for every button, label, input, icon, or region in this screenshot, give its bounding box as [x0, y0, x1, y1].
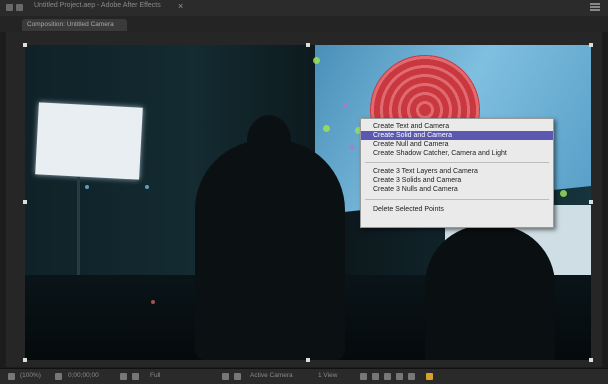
screen-stand: [77, 177, 80, 287]
white-screen-left: [35, 102, 143, 180]
track-point[interactable]: [350, 145, 354, 149]
layer-handle-br[interactable]: [589, 358, 593, 362]
menu-item-create-null-and-camera[interactable]: Create Null and Camera: [361, 140, 553, 149]
layer-handle-tl[interactable]: [23, 43, 27, 47]
composition-tab-bar: Composition: Untitled Camera: [0, 16, 608, 32]
menu-item-delete-selected-points[interactable]: Delete Selected Points: [361, 205, 553, 214]
track-point[interactable]: [85, 185, 89, 189]
composition-tab[interactable]: Composition: Untitled Camera: [22, 19, 127, 31]
menu-item-create-solid-and-camera[interactable]: Create Solid and Camera: [361, 131, 553, 140]
snapshot-icon[interactable]: [120, 373, 127, 380]
flowchart-icon[interactable]: [396, 373, 403, 380]
close-tab-icon[interactable]: ×: [178, 1, 183, 11]
track-point[interactable]: [323, 125, 330, 132]
menu-item-create-shadow-catcher[interactable]: Create Shadow Catcher, Camera and Light: [361, 149, 553, 158]
camera-dropdown[interactable]: Active Camera: [250, 372, 293, 379]
grid-icon[interactable]: [55, 373, 62, 380]
always-preview-icon[interactable]: [8, 373, 15, 380]
track-point[interactable]: [560, 190, 567, 197]
layer-handle-tr[interactable]: [589, 43, 593, 47]
track-point[interactable]: [145, 185, 149, 189]
current-time[interactable]: 0;00;00;00: [68, 372, 99, 379]
menu-item-create-3-nulls[interactable]: Create 3 Nulls and Camera: [361, 185, 553, 194]
layer-handle-tm[interactable]: [306, 43, 310, 47]
timeline-icon[interactable]: [384, 373, 391, 380]
reset-exposure-icon[interactable]: [426, 373, 433, 380]
layer-handle-bl[interactable]: [23, 358, 27, 362]
exposure-icon[interactable]: [408, 373, 415, 380]
layer-handle-mr[interactable]: [589, 200, 593, 204]
viewer-bottom-toolbar: (100%) 0;00;00;00 Full Active Camera 1 V…: [0, 368, 608, 384]
transparency-grid-icon[interactable]: [234, 373, 241, 380]
layer-handle-bm[interactable]: [306, 358, 310, 362]
person-silhouette: [195, 140, 345, 360]
menu-separator: [365, 199, 549, 200]
menu-item-create-3-solids[interactable]: Create 3 Solids and Camera: [361, 176, 553, 185]
resolution-dropdown[interactable]: Full: [150, 372, 160, 379]
track-point[interactable]: [313, 57, 320, 64]
menu-separator: [365, 162, 549, 163]
fast-previews-icon[interactable]: [372, 373, 379, 380]
person-silhouette-right: [425, 225, 555, 360]
track-point[interactable]: [343, 103, 347, 107]
track-point[interactable]: [151, 300, 155, 304]
layer-handle-ml[interactable]: [23, 200, 27, 204]
camera-tracker-context-menu: Create Text and Camera Create Solid and …: [360, 118, 554, 228]
menu-item-create-3-text-layers[interactable]: Create 3 Text Layers and Camera: [361, 167, 553, 176]
view-layout-dropdown[interactable]: 1 View: [318, 372, 337, 379]
show-channel-icon[interactable]: [132, 373, 139, 380]
toggle-pixel-aspect-icon[interactable]: [360, 373, 367, 380]
window-title: Untitled Project.aep - Adobe After Effec…: [34, 2, 161, 9]
close-window-icon[interactable]: [6, 4, 13, 11]
minimize-window-icon[interactable]: [16, 4, 23, 11]
panel-menu-icon[interactable]: [590, 3, 600, 11]
zoom-dropdown[interactable]: (100%): [20, 372, 41, 379]
window-title-bar: Untitled Project.aep - Adobe After Effec…: [0, 0, 608, 17]
menu-item-create-text-and-camera[interactable]: Create Text and Camera: [361, 122, 553, 131]
region-of-interest-icon[interactable]: [222, 373, 229, 380]
